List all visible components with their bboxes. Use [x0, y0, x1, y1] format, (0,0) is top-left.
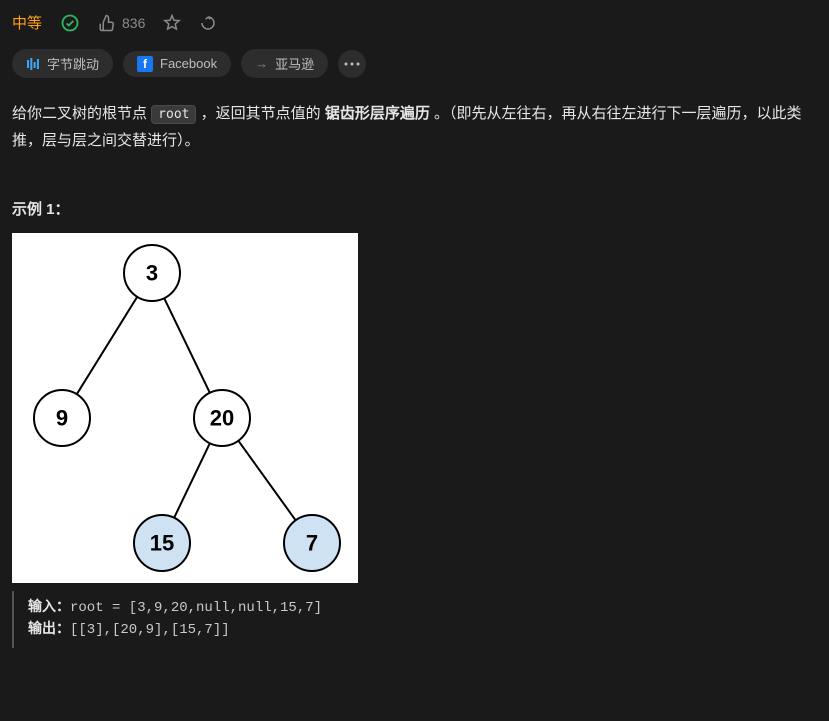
check-icon[interactable]	[60, 13, 80, 33]
difficulty-label: 中等	[12, 12, 42, 33]
output-label: 输出：	[28, 622, 70, 638]
svg-text:9: 9	[56, 406, 68, 431]
svg-text:20: 20	[210, 406, 234, 431]
tag-label: Facebook	[160, 56, 217, 71]
tag-label: 亚马逊	[275, 54, 314, 73]
problem-description: 给你二叉树的根节点 root ，返回其节点值的 锯齿形层序遍历 。（即先从左往右…	[12, 100, 817, 154]
output-value: [[3],[20,9],[15,7]]	[70, 622, 230, 638]
svg-text:7: 7	[306, 531, 318, 556]
like-count: 836	[122, 15, 145, 31]
tag-bytedance[interactable]: 字节跳动	[12, 49, 113, 78]
input-line: 输入：root = [3,9,20,null,null,15,7]	[28, 597, 817, 619]
example-io: 输入：root = [3,9,20,null,null,15,7] 输出：[[3…	[12, 591, 817, 648]
amazon-icon: →	[255, 56, 268, 71]
input-label: 输入：	[28, 600, 70, 616]
tag-label: 字节跳动	[47, 54, 99, 73]
company-tags: 字节跳动 f Facebook → 亚马逊	[12, 49, 817, 78]
svg-text:3: 3	[146, 261, 158, 286]
output-line: 输出：[[3],[20,9],[15,7]]	[28, 619, 817, 641]
tree-diagram: 3 9 20 15 7	[12, 233, 358, 583]
tag-amazon[interactable]: → 亚马逊	[241, 49, 328, 78]
share-icon[interactable]	[199, 14, 217, 32]
desc-text: ，返回其节点值的	[196, 105, 324, 122]
more-tags-button[interactable]	[338, 50, 366, 78]
bytedance-icon	[26, 57, 40, 71]
tag-facebook[interactable]: f Facebook	[123, 51, 231, 77]
inline-code-root: root	[151, 105, 196, 124]
input-value: root = [3,9,20,null,null,15,7]	[70, 600, 322, 616]
like-button[interactable]: 836	[98, 14, 145, 32]
problem-header: 中等 836	[12, 12, 817, 33]
example-heading: 示例 1：	[12, 198, 817, 219]
favorite-icon[interactable]	[163, 14, 181, 32]
desc-bold: 锯齿形层序遍历	[325, 105, 430, 122]
facebook-icon: f	[137, 56, 153, 72]
svg-text:15: 15	[150, 531, 174, 556]
desc-text: 给你二叉树的根节点	[12, 105, 151, 122]
